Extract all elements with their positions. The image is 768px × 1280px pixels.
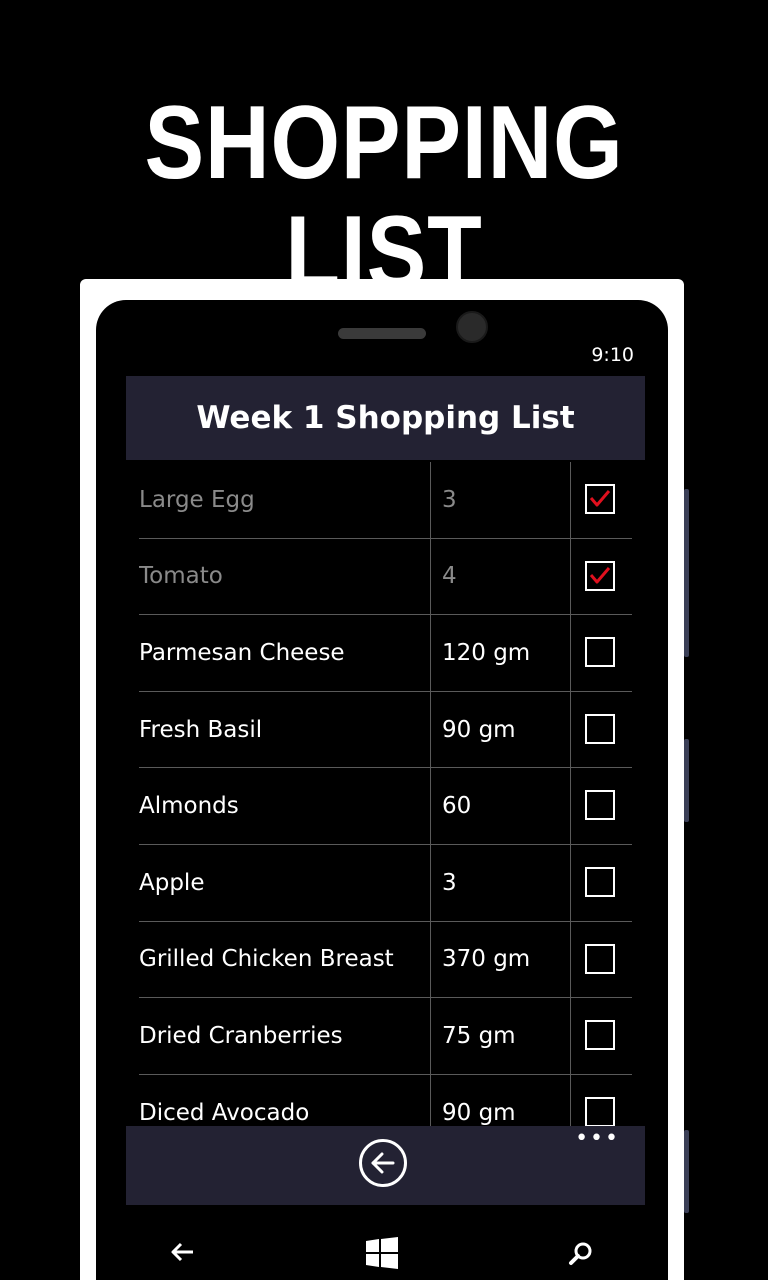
- phone-side-button-top: [684, 489, 689, 657]
- status-time: 9:10: [591, 344, 634, 366]
- item-name: Large Egg: [139, 462, 431, 538]
- item-name: Grilled Chicken Breast: [139, 921, 431, 998]
- phone-side-button-mid: [684, 739, 689, 822]
- item-quantity: 90 gm: [431, 1074, 571, 1127]
- item-quantity: 60: [431, 768, 571, 844]
- item-name: Parmesan Cheese: [139, 615, 431, 691]
- item-checkbox[interactable]: [585, 1096, 615, 1127]
- item-quantity: 3: [431, 462, 571, 538]
- item-checkbox[interactable]: [585, 790, 615, 821]
- banner-title: SHOPPING LIST: [144, 85, 624, 311]
- phone-side-button-bottom: [684, 1130, 689, 1213]
- list-item[interactable]: Tomato 4: [139, 538, 632, 616]
- system-nav-bar: [96, 1205, 668, 1280]
- item-name: Apple: [139, 844, 431, 921]
- item-checkbox[interactable]: [585, 560, 615, 591]
- list-item[interactable]: Large Egg 3: [139, 462, 632, 539]
- phone-camera: [456, 311, 488, 343]
- list-item[interactable]: Almonds 60: [139, 768, 632, 845]
- item-checkbox[interactable]: [585, 866, 615, 897]
- item-checkbox[interactable]: [585, 1020, 615, 1051]
- item-checkbox[interactable]: [585, 713, 615, 744]
- item-quantity: 3: [431, 844, 571, 921]
- nav-back-icon[interactable]: [170, 1241, 196, 1267]
- shopping-list[interactable]: Large Egg 3 Tomato 4 Parmesan Cheese 120 gm Fr…: [139, 462, 632, 1127]
- back-arrow-circle-icon[interactable]: [359, 1139, 407, 1187]
- item-quantity: 90 gm: [431, 691, 571, 768]
- app-header: Week 1 Shopping List: [126, 376, 645, 460]
- list-item[interactable]: Fresh Basil 90 gm: [139, 691, 632, 769]
- item-quantity: 120 gm: [431, 615, 571, 691]
- check-mark-icon: [589, 490, 611, 507]
- item-name: Almonds: [139, 768, 431, 844]
- item-name: Fresh Basil: [139, 691, 431, 768]
- more-options-button[interactable]: •••: [575, 1128, 620, 1150]
- item-checkbox[interactable]: [585, 943, 615, 974]
- app-bar: •••: [126, 1126, 645, 1205]
- item-checkbox[interactable]: [585, 637, 615, 668]
- item-name: Tomato: [139, 538, 431, 615]
- phone-screen: 9:10 Week 1 Shopping List Large Egg 3 Toma…: [96, 300, 668, 1280]
- item-name: Diced Avocado: [139, 1074, 431, 1127]
- page-title: Week 1 Shopping List: [196, 400, 575, 436]
- item-name: Dried Cranberries: [139, 998, 431, 1074]
- search-icon[interactable]: [568, 1241, 594, 1271]
- item-quantity: 4: [431, 538, 571, 615]
- list-item[interactable]: Diced Avocado 90 gm: [139, 1074, 632, 1127]
- windows-logo-icon[interactable]: [366, 1237, 398, 1273]
- phone-speaker: [338, 328, 426, 339]
- list-item[interactable]: Apple 3: [139, 844, 632, 922]
- list-item[interactable]: Grilled Chicken Breast 370 gm: [139, 921, 632, 999]
- item-checkbox[interactable]: [585, 484, 615, 514]
- list-item[interactable]: Dried Cranberries 75 gm: [139, 998, 632, 1075]
- list-item[interactable]: Parmesan Cheese 120 gm: [139, 615, 632, 692]
- check-mark-icon: [589, 566, 611, 584]
- item-quantity: 75 gm: [431, 998, 571, 1074]
- item-quantity: 370 gm: [431, 921, 571, 998]
